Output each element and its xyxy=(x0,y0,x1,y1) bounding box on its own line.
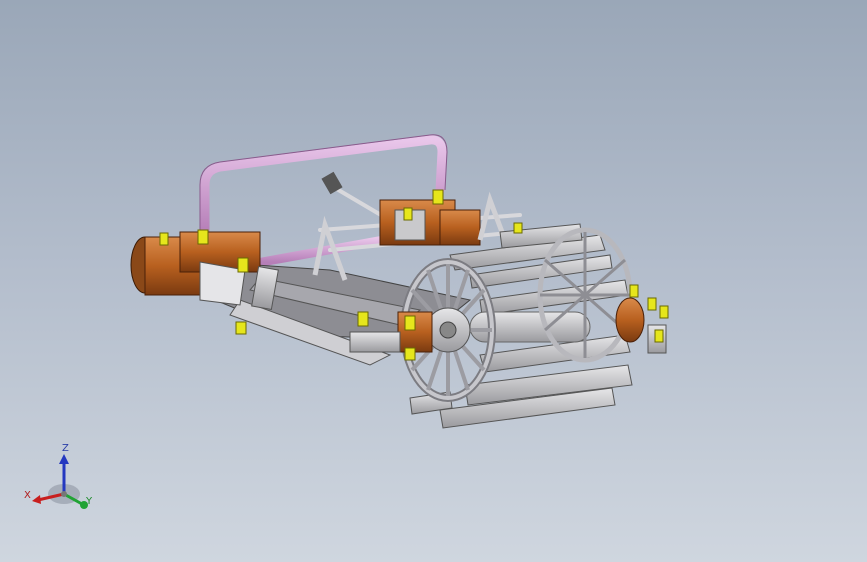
cad-model-view[interactable] xyxy=(0,0,867,562)
x-axis-label: X xyxy=(24,490,31,501)
coordinate-triad: Z X Y xyxy=(20,440,100,520)
graphics-viewport[interactable]: Z X Y xyxy=(0,0,867,562)
rear-gearbox xyxy=(379,199,481,246)
right-hub xyxy=(615,297,645,343)
y-axis-label: Y xyxy=(86,496,93,507)
z-axis-label: Z xyxy=(62,443,69,454)
right-wheel xyxy=(537,227,633,363)
